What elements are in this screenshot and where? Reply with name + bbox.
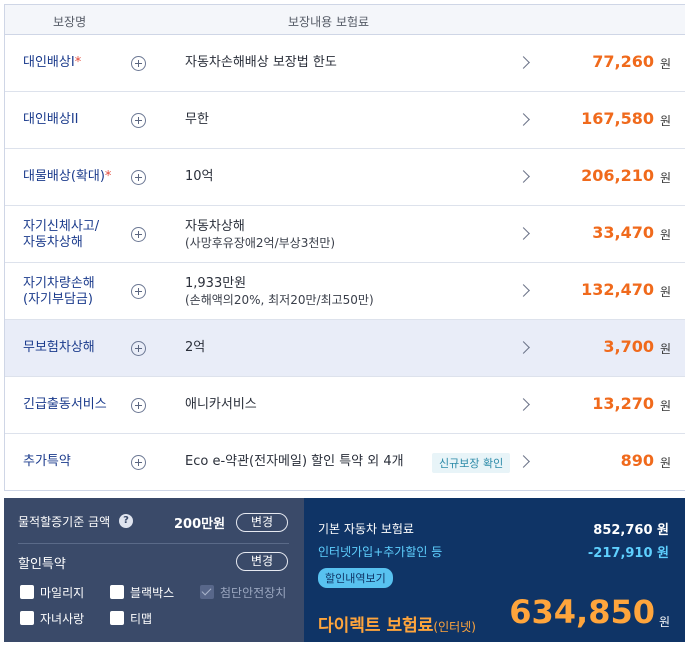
- checkbox-mileage[interactable]: 마일리지: [20, 584, 84, 601]
- coverage-name: 무보험차상해: [23, 340, 95, 355]
- coverage-content: 무한: [185, 112, 209, 127]
- coverage-name: 추가특약: [23, 454, 71, 469]
- property-surcharge-label: 물적할증기준 금액: [18, 515, 111, 529]
- table-header: 보장명 보장내용 보험료: [5, 5, 685, 35]
- chevron-right-icon[interactable]: [517, 56, 530, 69]
- checkbox-box[interactable]: [110, 585, 124, 599]
- won-unit: 원: [659, 399, 671, 413]
- checkbox-child-love[interactable]: 자녀사랑: [20, 610, 84, 627]
- expand-plus-icon[interactable]: [131, 341, 146, 356]
- coverage-content: Eco e-약관(전자메일) 할인 특약 외 4개: [185, 454, 404, 469]
- chevron-right-icon[interactable]: [517, 170, 530, 183]
- expand-plus-icon[interactable]: [131, 455, 146, 470]
- coverage-name: 자기신체사고/자동차상해: [23, 219, 100, 250]
- expand-plus-icon[interactable]: [131, 284, 146, 299]
- coverage-name: 대인배상I*: [23, 55, 82, 70]
- expand-plus-icon[interactable]: [131, 56, 146, 71]
- chevron-right-icon[interactable]: [517, 113, 530, 126]
- coverage-content: 자동차손해배상 보장법 한도: [185, 55, 337, 70]
- required-mark: *: [74, 55, 82, 70]
- base-premium-value: 852,760 원: [593, 523, 669, 538]
- coverage-content: 애니카서비스: [185, 397, 257, 412]
- coverage-row-own-vehicle-damage[interactable]: 자기차량손해 (자기부담금) 1,933만원 (손해액의20%, 최저20만/최고5…: [5, 263, 685, 320]
- discount-settings-panel: 물적할증기준 금액 ? 200만원 변경 할인특약 변경 마일리지 블랙박스 첨…: [4, 498, 304, 642]
- checkbox-advanced-safety: 첨단안전장치: [200, 584, 286, 601]
- discount-rider-label: 할인특약: [18, 557, 66, 572]
- coverage-content: 2억: [185, 340, 206, 355]
- chevron-right-icon[interactable]: [517, 284, 530, 297]
- won-unit: 원: [659, 342, 671, 356]
- won-unit: 원: [659, 228, 671, 242]
- property-surcharge-amount: 200만원: [174, 517, 226, 532]
- expand-plus-icon[interactable]: [131, 398, 146, 413]
- coverage-row-additional-riders[interactable]: 추가특약 Eco e-약관(전자메일) 할인 특약 외 4개 신규보장 확인 8…: [5, 434, 685, 491]
- divider: [18, 543, 289, 544]
- direct-premium-label: 다이렉트 보험료(인터넷): [318, 616, 476, 636]
- checkbox-tmap[interactable]: 티맵: [110, 610, 152, 627]
- new-coverage-check-button[interactable]: 신규보장 확인: [432, 453, 511, 473]
- chevron-right-icon[interactable]: [517, 398, 530, 411]
- coverage-name: 대인배상II: [23, 112, 79, 127]
- won-unit: 원: [659, 171, 671, 185]
- premium-value: 890: [620, 451, 654, 470]
- coverage-table: 보장명 보장내용 보험료 대인배상I* 자동차손해배상 보장법 한도 77,26…: [4, 4, 685, 491]
- coverage-name: 대물배상(확대)*: [23, 169, 112, 184]
- coverage-row-bodily-injury-1[interactable]: 대인배상I* 자동차손해배상 보장법 한도 77,260 원: [5, 35, 685, 92]
- coverage-name: 자기차량손해 (자기부담금): [23, 276, 95, 307]
- premium-value: 33,470: [592, 223, 654, 242]
- chevron-right-icon[interactable]: [517, 341, 530, 354]
- expand-plus-icon[interactable]: [131, 227, 146, 242]
- header-coverage-content: 보장내용 보험료: [288, 15, 370, 29]
- header-coverage-name: 보장명: [53, 15, 87, 29]
- premium-value: 206,210: [581, 166, 654, 185]
- coverage-name: 긴급출동서비스: [23, 397, 107, 412]
- coverage-subtext: (손해액의20%, 최저20만/최고50만): [185, 293, 374, 307]
- coverage-content: 자동차상해 (사망후유장애2억/부상3천만): [185, 219, 336, 250]
- premium-value: 132,470: [581, 280, 654, 299]
- coverage-row-emergency-service[interactable]: 긴급출동서비스 애니카서비스 13,270 원: [5, 377, 685, 434]
- won-unit: 원: [658, 615, 670, 629]
- base-premium-label: 기본 자동차 보험료: [318, 522, 414, 536]
- coverage-content: 10억: [185, 169, 214, 184]
- chevron-right-icon[interactable]: [517, 227, 530, 240]
- internet-suffix: (인터넷): [433, 620, 476, 634]
- direct-premium-value: 634,850: [509, 593, 655, 631]
- premium-value: 77,260: [592, 52, 654, 71]
- coverage-subtext: (사망후유장애2억/부상3천만): [185, 236, 336, 250]
- required-mark: *: [104, 169, 112, 184]
- coverage-row-personal-injury[interactable]: 자기신체사고/자동차상해 자동차상해 (사망후유장애2억/부상3천만) 33,47…: [5, 206, 685, 263]
- discount-change-button[interactable]: 변경: [236, 552, 288, 571]
- chevron-right-icon[interactable]: [517, 455, 530, 468]
- checkbox-blackbox[interactable]: 블랙박스: [110, 584, 174, 601]
- checkbox-box[interactable]: [20, 611, 34, 625]
- help-icon[interactable]: ?: [119, 514, 133, 528]
- discount-label: 인터넷가입+추가할인 등: [318, 545, 443, 559]
- won-unit: 원: [659, 285, 671, 299]
- won-unit: 원: [659, 114, 671, 128]
- checkbox-box-checked-disabled: [200, 585, 214, 599]
- won-unit: 원: [659, 456, 671, 470]
- expand-plus-icon[interactable]: [131, 170, 146, 185]
- summary-area: 물적할증기준 금액 ? 200만원 변경 할인특약 변경 마일리지 블랙박스 첨…: [4, 498, 685, 642]
- premium-summary-panel: 기본 자동차 보험료 852,760 원 인터넷가입+추가할인 등 -217,9…: [304, 498, 685, 642]
- premium-value: 3,700: [603, 337, 654, 356]
- premium-value: 13,270: [592, 394, 654, 413]
- checkbox-box[interactable]: [20, 585, 34, 599]
- view-discount-details-button[interactable]: 할인내역보기: [318, 568, 393, 588]
- property-change-button[interactable]: 변경: [236, 513, 288, 532]
- won-unit: 원: [659, 57, 671, 71]
- expand-plus-icon[interactable]: [131, 113, 146, 128]
- coverage-row-uninsured-motorist[interactable]: 무보험차상해 2억 3,700 원: [5, 320, 685, 377]
- checkbox-box[interactable]: [110, 611, 124, 625]
- coverage-row-property-damage[interactable]: 대물배상(확대)* 10억 206,210 원: [5, 149, 685, 206]
- coverage-content: 1,933만원 (손해액의20%, 최저20만/최고50만): [185, 276, 374, 307]
- coverage-row-bodily-injury-2[interactable]: 대인배상II 무한 167,580 원: [5, 92, 685, 149]
- discount-value: -217,910 원: [587, 546, 669, 561]
- premium-value: 167,580: [581, 109, 654, 128]
